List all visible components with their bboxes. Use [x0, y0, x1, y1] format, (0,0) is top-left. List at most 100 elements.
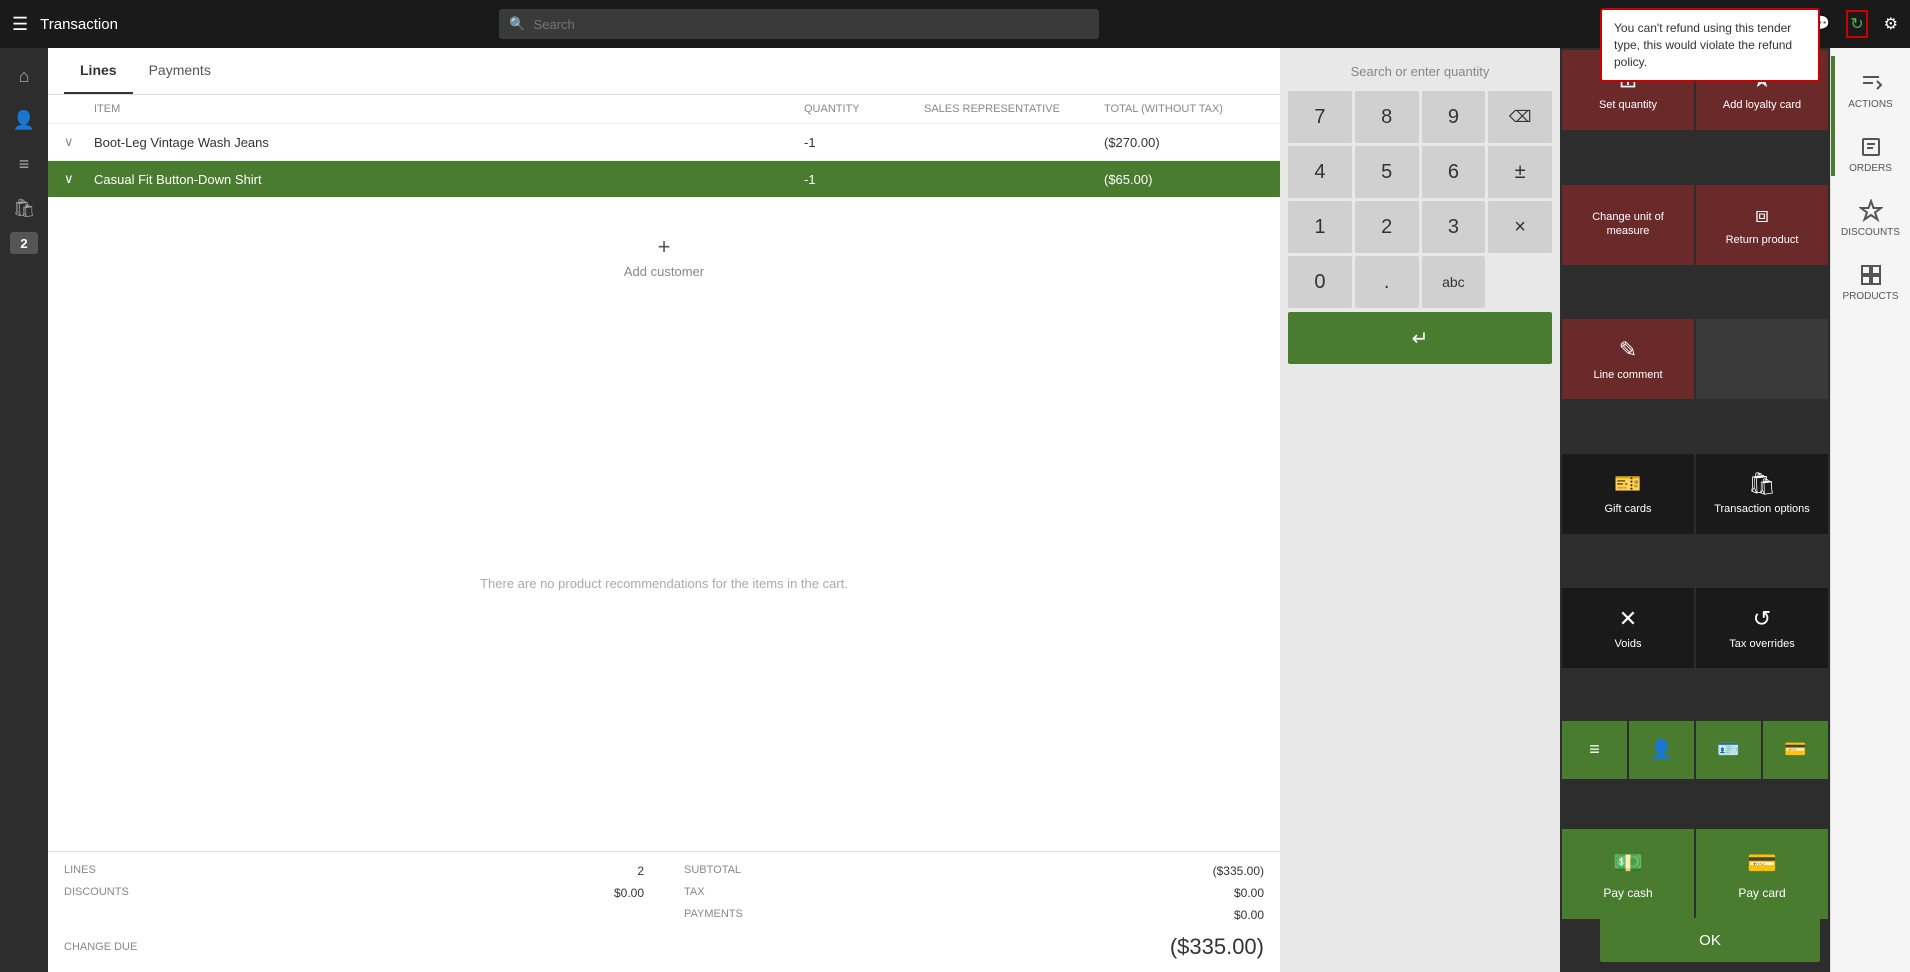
pay-card-button[interactable]: 💳 Pay card — [1696, 829, 1828, 919]
ok-button[interactable]: OK — [1600, 918, 1820, 962]
add-customer-label: Add customer — [624, 264, 704, 279]
alert-message: You can't refund using this tender type,… — [1614, 21, 1792, 69]
return-label: Return product — [1726, 234, 1799, 247]
numpad-0[interactable]: 0 — [1288, 256, 1352, 308]
numpad-dot[interactable]: . — [1355, 256, 1419, 308]
sidebar-discounts[interactable]: DISCOUNTS — [1836, 188, 1906, 248]
recommendations: There are no product recommendations for… — [48, 315, 1280, 851]
settings-icon[interactable]: ⚙ — [1884, 14, 1898, 34]
numpad-multiply[interactable]: × — [1488, 201, 1552, 253]
tab-lines[interactable]: Lines — [64, 48, 133, 94]
table-row[interactable]: ∨ Boot-Leg Vintage Wash Jeans -1 ($270.0… — [48, 124, 1280, 161]
sidebar-menu-icon[interactable]: ≡ — [4, 144, 44, 184]
discounts-label: DISCOUNTS — [1841, 227, 1900, 238]
col-item: ITEM — [94, 103, 804, 115]
sidebar-badge-2[interactable]: 2 — [10, 232, 38, 254]
col-expand — [64, 103, 94, 115]
gift-icon: 🎫 — [1614, 471, 1641, 497]
subtotal-value: ($335.00) — [1213, 864, 1264, 878]
action-grid-row3: ✎ Line comment — [1560, 317, 1830, 452]
search-bar[interactable]: 🔍 — [499, 9, 1099, 39]
tax-icon: ↺ — [1753, 606, 1771, 632]
return-product-button[interactable]: ⧈ Return product — [1696, 185, 1828, 265]
numpad-1[interactable]: 1 — [1288, 201, 1352, 253]
item-name: Casual Fit Button-Down Shirt — [94, 172, 804, 187]
green-btn-4[interactable]: 💳 — [1763, 721, 1828, 779]
sidebar-actions[interactable]: ACTIONS — [1836, 60, 1906, 120]
green-btn-3[interactable]: 🪪 — [1696, 721, 1761, 779]
voids-icon: ✕ — [1619, 606, 1637, 632]
products-label: PRODUCTS — [1842, 291, 1898, 302]
numpad-9[interactable]: 9 — [1422, 91, 1486, 143]
voids-button[interactable]: ✕ Voids — [1562, 588, 1694, 668]
summary: LINES 2 DISCOUNTS $0.00 SUBTOTAL ($335.0… — [48, 851, 1280, 972]
tax-value: $0.00 — [1234, 886, 1264, 900]
refresh-icon[interactable]: ↻ — [1846, 10, 1867, 38]
set-qty-label: Set quantity — [1599, 99, 1657, 112]
right-sidebar: ACTIONS ORDERS DISCOUNTS PRODUCTS — [1830, 48, 1910, 972]
add-customer-icon: + — [658, 234, 671, 260]
alert-box: You can't refund using this tender type,… — [1600, 8, 1820, 82]
action-grid-row4: 🎫 Gift cards 🛍 Transaction options — [1560, 452, 1830, 587]
numpad-2[interactable]: 2 — [1355, 201, 1419, 253]
sidebar-products[interactable]: PRODUCTS — [1836, 252, 1906, 312]
pay-cash-button[interactable]: 💵 Pay cash — [1562, 829, 1694, 919]
search-icon: 🔍 — [509, 16, 525, 32]
item-name: Boot-Leg Vintage Wash Jeans — [94, 135, 804, 150]
numpad-backspace[interactable]: ⌫ — [1488, 91, 1552, 143]
sidebar-home-icon[interactable]: ⌂ — [4, 56, 44, 96]
hamburger-icon[interactable]: ☰ — [12, 14, 28, 35]
item-quantity: -1 — [804, 135, 924, 150]
item-quantity: -1 — [804, 172, 924, 187]
actions-label: ACTIONS — [1848, 99, 1892, 110]
gift-label: Gift cards — [1604, 503, 1651, 516]
numpad-area: Search or enter quantity 7 8 9 ⌫ 4 5 6 ±… — [1280, 48, 1560, 972]
summary-discounts: DISCOUNTS $0.00 — [64, 886, 644, 900]
return-icon: ⧈ — [1755, 202, 1769, 228]
change-unit-button[interactable]: Change unit of measure — [1562, 185, 1694, 265]
sidebar-customers-icon[interactable]: 👤 — [4, 100, 44, 140]
action-grid-row5: ✕ Voids ↺ Tax overrides — [1560, 586, 1830, 721]
lines-label: LINES — [64, 864, 96, 878]
green-btn-2[interactable]: 👤 — [1629, 721, 1694, 779]
discounts-label: DISCOUNTS — [64, 886, 129, 900]
numpad-6[interactable]: 6 — [1422, 146, 1486, 198]
transaction-icon: 🛍 — [1748, 471, 1776, 497]
action-grid-row2: Change unit of measure ⧈ Return product — [1560, 183, 1830, 318]
numpad-7[interactable]: 7 — [1288, 91, 1352, 143]
tabs: Lines Payments — [48, 48, 1280, 95]
numpad-4[interactable]: 4 — [1288, 146, 1352, 198]
comment-icon: ✎ — [1619, 337, 1637, 363]
cash-icon: 💵 — [1613, 849, 1643, 878]
card-icon: 💳 — [1747, 849, 1777, 878]
gift-cards-button[interactable]: 🎫 Gift cards — [1562, 454, 1694, 534]
table-header: ITEM QUANTITY SALES REPRESENTATIVE TOTAL… — [48, 95, 1280, 124]
numpad-plusminus[interactable]: ± — [1488, 146, 1552, 198]
sidebar-cart-icon[interactable]: 🛍 — [4, 188, 44, 228]
sidebar-orders[interactable]: ORDERS — [1836, 124, 1906, 184]
numpad-enter[interactable]: ↵ — [1288, 312, 1552, 364]
main-container: ⌂ 👤 ≡ 🛍 2 Lines Payments ITEM QUANTITY S… — [0, 48, 1910, 972]
app-title: Transaction — [40, 16, 118, 33]
lines-value: 2 — [637, 864, 644, 878]
add-customer-button[interactable]: + Add customer — [604, 214, 724, 299]
numpad-5[interactable]: 5 — [1355, 146, 1419, 198]
tab-payments[interactable]: Payments — [133, 48, 227, 94]
table-row[interactable]: ∨ Casual Fit Button-Down Shirt -1 ($65.0… — [48, 161, 1280, 198]
green-btn-1[interactable]: ≡ — [1562, 721, 1627, 779]
comment-label: Line comment — [1593, 369, 1662, 382]
row-expand-icon: ∨ — [64, 134, 94, 150]
numpad-grid: 7 8 9 ⌫ 4 5 6 ± 1 2 3 × 0 . abc — [1288, 91, 1552, 308]
search-input[interactable] — [534, 17, 1090, 32]
numpad-8[interactable]: 8 — [1355, 91, 1419, 143]
transaction-options-button[interactable]: 🛍 Transaction options — [1696, 454, 1828, 534]
item-details: Boot-Leg Vintage Wash Jeans — [94, 135, 804, 150]
pay-card-label: Pay card — [1738, 886, 1785, 900]
summary-subtotal: SUBTOTAL ($335.00) — [684, 864, 1264, 878]
numpad-3[interactable]: 3 — [1422, 201, 1486, 253]
discounts-value: $0.00 — [614, 886, 644, 900]
tax-overrides-button[interactable]: ↺ Tax overrides — [1696, 588, 1828, 668]
change-due: CHANGE DUE ($335.00) — [64, 934, 1264, 960]
numpad-abc[interactable]: abc — [1422, 256, 1486, 308]
line-comment-button[interactable]: ✎ Line comment — [1562, 319, 1694, 399]
